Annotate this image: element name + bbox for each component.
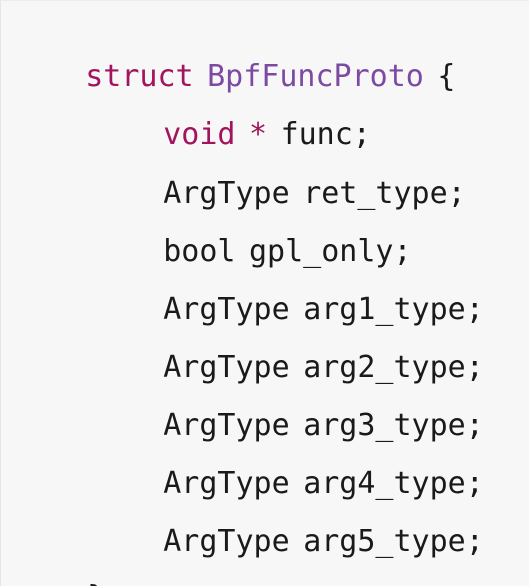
code-block: struct BpfFuncProto{ void * func; ArgType re… (0, 0, 529, 586)
field-line-gpl-only: bool gpl_only; (91, 192, 411, 269)
field-line-arg3-type: ArgType arg3_type; (91, 366, 484, 443)
struct-declaration-line: struct BpfFuncProto{ (13, 17, 455, 94)
field-line-arg4-type: ArgType arg4_type; (91, 424, 484, 501)
close-brace: } (87, 580, 105, 586)
field-line-arg2-type: ArgType arg2_type; (91, 308, 484, 385)
closing-brace-line: } (15, 538, 105, 586)
field-line-arg5-type: ArgType arg5_type; (91, 482, 484, 559)
func-field-line: void * func; (91, 75, 371, 152)
field-line-ret-type: ArgType ret_type; (91, 134, 466, 211)
field-line-arg1-type: ArgType arg1_type; (91, 250, 484, 327)
field-name: arg5_type; (303, 524, 484, 559)
open-brace: { (437, 59, 456, 94)
field-type: ArgType (163, 524, 290, 559)
